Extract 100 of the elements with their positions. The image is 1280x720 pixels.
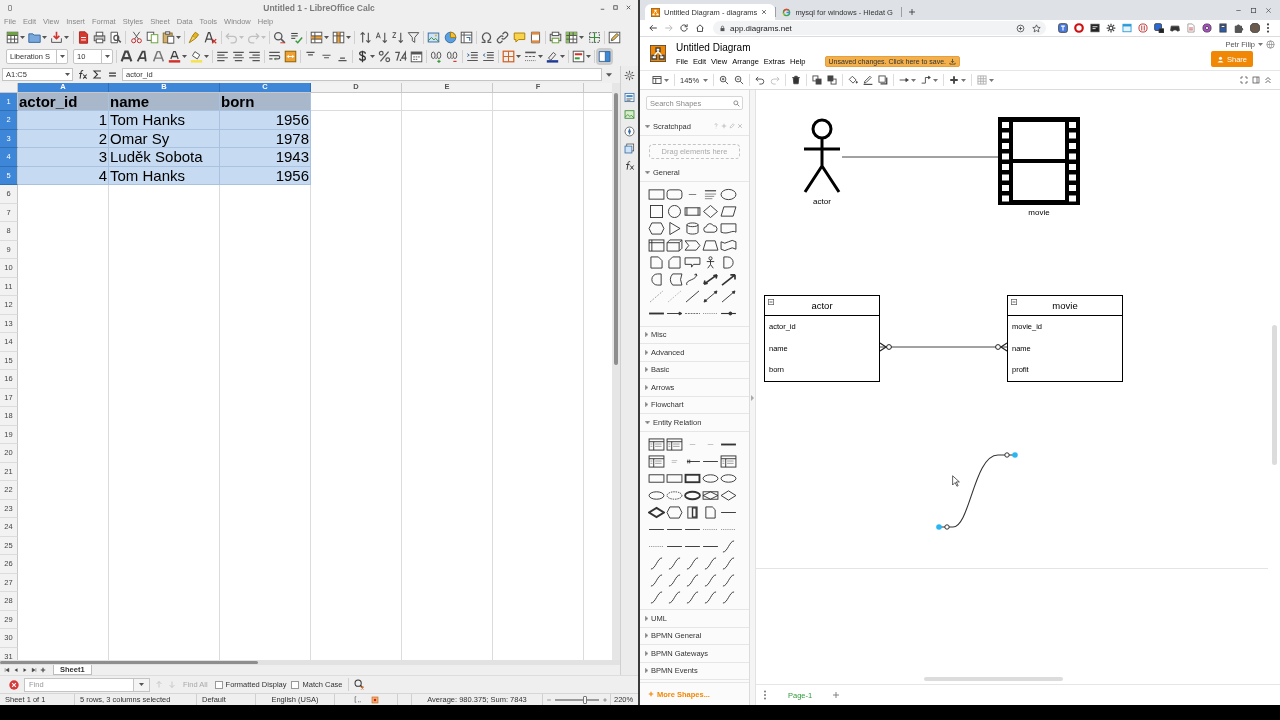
page-header-icon[interactable]: [528, 30, 542, 44]
zoom-in-icon[interactable]: [719, 75, 730, 85]
collapse-icon[interactable]: [768, 299, 774, 305]
ellipse-shape-icon[interactable]: [648, 488, 665, 502]
shadow-letter-icon[interactable]: [152, 49, 165, 63]
compass-icon[interactable]: [624, 126, 635, 137]
hexagon-shape-icon[interactable]: [666, 505, 683, 519]
heading-lines-icon[interactable]: [702, 188, 719, 201]
scrollbar-thumb[interactable]: [614, 93, 618, 365]
line-icon[interactable]: [684, 290, 701, 303]
s-curve-icon[interactable]: [684, 556, 701, 570]
shadow-square-icon[interactable]: [878, 75, 889, 85]
s-curve-icon[interactable]: [720, 573, 737, 587]
split-window-icon[interactable]: [587, 30, 601, 44]
caret-icon[interactable]: [104, 54, 110, 58]
caret-icon[interactable]: [20, 35, 25, 39]
picture-icon[interactable]: [427, 30, 441, 44]
puzzle-icon[interactable]: [1233, 23, 1244, 33]
search-icon[interactable]: [733, 99, 740, 107]
table-shape-icon[interactable]: [666, 437, 683, 451]
bold-letter-icon[interactable]: [120, 49, 133, 63]
avatar-icon[interactable]: [1249, 23, 1260, 33]
internal-storage-icon[interactable]: [648, 239, 665, 252]
thick-diamond-icon[interactable]: [648, 505, 665, 519]
close-icon[interactable]: [9, 679, 19, 690]
card-shape-icon[interactable]: [666, 256, 683, 269]
cylinder-shape-icon[interactable]: [684, 222, 701, 235]
paint-bucket-icon[interactable]: [848, 75, 859, 85]
elbow-line-icon[interactable]: [921, 75, 932, 85]
circle-shape-icon[interactable]: [666, 205, 683, 218]
stacked-pages-icon[interactable]: [624, 143, 635, 154]
relationship-connector[interactable]: [880, 342, 1007, 352]
d-shape-icon[interactable]: [720, 256, 737, 269]
clipboard-icon[interactable]: [161, 30, 175, 44]
panel-icon[interactable]: [624, 92, 635, 103]
s-curve-icon[interactable]: [666, 556, 683, 570]
stick-figure-shape[interactable]: [802, 118, 842, 194]
function-icon[interactable]: [77, 69, 88, 80]
table-shape-icon[interactable]: [720, 454, 737, 468]
close-icon[interactable]: [1265, 6, 1272, 14]
double-arrow-shape-icon[interactable]: [702, 273, 719, 286]
scrollbar[interactable]: [0, 660, 620, 665]
copy-icon[interactable]: [145, 30, 159, 44]
s-curve-icon[interactable]: [648, 573, 665, 587]
grid-icon[interactable]: [6, 30, 19, 44]
plus-icon[interactable]: [949, 75, 960, 85]
scrollbar-thumb[interactable]: [0, 661, 258, 664]
chain-link-icon[interactable]: [496, 30, 510, 44]
note-shape-icon[interactable]: [702, 505, 719, 519]
badge-square-icon[interactable]: [1153, 23, 1164, 33]
s-curve-icon[interactable]: [666, 590, 683, 604]
curved-connector[interactable]: [936, 450, 1018, 532]
picture-icon[interactable]: [624, 109, 635, 120]
document-icon[interactable]: [76, 30, 90, 44]
caret-icon[interactable]: [606, 72, 612, 77]
step-shape-icon[interactable]: [684, 239, 701, 252]
dark-square-icon[interactable]: [1089, 23, 1100, 33]
caret-icon[interactable]: [42, 35, 48, 39]
tape-shape-icon[interactable]: [720, 239, 737, 252]
sigma-icon[interactable]: [92, 69, 103, 80]
caret-icon[interactable]: [139, 683, 144, 686]
vertical-dots-icon[interactable]: [762, 690, 768, 700]
bring-front-icon[interactable]: [812, 75, 823, 85]
highlighter-icon[interactable]: [190, 49, 203, 63]
letter-cross-icon[interactable]: [204, 30, 218, 44]
caret-icon[interactable]: [586, 54, 591, 58]
arrow-line-icon[interactable]: [720, 290, 737, 303]
freeze-grid-icon[interactable]: [565, 30, 579, 44]
rounded-rectangle-icon[interactable]: [666, 188, 683, 201]
sort-arrows-icon[interactable]: [358, 30, 372, 44]
layout-icon[interactable]: [652, 75, 662, 85]
folder-icon[interactable]: [28, 30, 42, 44]
first-sheet-icon[interactable]: [4, 667, 10, 673]
scrollbar-thumb[interactable]: [924, 677, 1063, 681]
caret-icon[interactable]: [64, 35, 70, 39]
parallelogram-shape-icon[interactable]: [720, 205, 737, 218]
arrow-line-icon[interactable]: [899, 75, 910, 85]
currency-icon[interactable]: [356, 49, 369, 63]
collapse-icon[interactable]: [1011, 299, 1017, 305]
menu-icon[interactable]: [1265, 23, 1270, 33]
diagram-logo-icon[interactable]: [650, 45, 666, 62]
back-arrow-icon[interactable]: [648, 23, 658, 33]
pie-chart-icon[interactable]: [443, 30, 457, 44]
cloud-shape-icon[interactable]: [702, 222, 719, 235]
diamond-shape-icon[interactable]: [720, 488, 737, 502]
lines-check-icon[interactable]: [289, 30, 303, 44]
note-shape-icon[interactable]: [648, 256, 665, 269]
double-arrow-line-icon[interactable]: [702, 290, 719, 303]
merge-cells-icon[interactable]: [284, 49, 297, 63]
caret-icon[interactable]: [370, 54, 375, 58]
s-curve-icon[interactable]: [648, 590, 665, 604]
omega-icon[interactable]: [480, 30, 494, 44]
circle-plus-icon[interactable]: [1016, 23, 1025, 33]
home-icon[interactable]: [694, 23, 705, 33]
striped-circle-icon[interactable]: [1137, 23, 1148, 33]
ellipse-shape-icon[interactable]: [702, 471, 719, 485]
cube-shape-icon[interactable]: [666, 239, 683, 252]
split-rectangle-icon[interactable]: [684, 505, 701, 519]
s-curve-icon[interactable]: [702, 590, 719, 604]
caret-icon[interactable]: [175, 35, 181, 39]
